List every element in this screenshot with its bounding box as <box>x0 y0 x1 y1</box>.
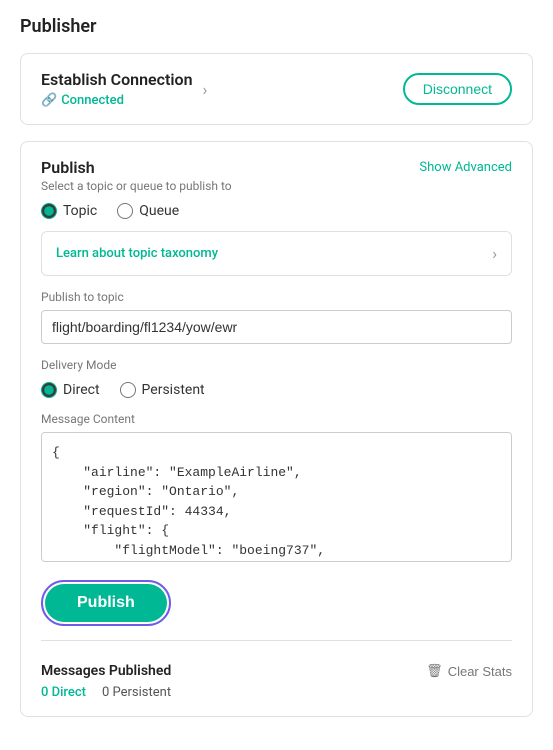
taxonomy-text: Learn about topic taxonomy <box>56 246 218 261</box>
queue-radio-label[interactable]: Queue <box>117 203 179 219</box>
queue-radio[interactable] <box>117 203 133 219</box>
messages-section: Messages Published 0 Direct 0 Persistent… <box>41 655 512 700</box>
publish-subtitle: Select a topic or queue to publish to <box>41 179 232 193</box>
publish-button-wrapper: Publish <box>41 580 171 626</box>
publish-title: Publish <box>41 158 232 177</box>
delivery-mode-label: Delivery Mode <box>41 358 512 372</box>
clear-stats-button[interactable]: 🗑 Clear Stats <box>426 663 512 679</box>
publish-to-topic-label: Publish to topic <box>41 290 512 304</box>
connection-card: Establish Connection 🔗 Connected › Disco… <box>20 53 533 125</box>
publish-card: Publish Select a topic or queue to publi… <box>20 141 533 717</box>
persistent-label-text: Persistent <box>142 382 205 398</box>
message-content-label: Message Content <box>41 412 512 426</box>
topic-radio[interactable] <box>41 203 57 219</box>
persistent-radio-label[interactable]: Persistent <box>120 382 205 398</box>
connection-status: 🔗 Connected <box>41 93 193 108</box>
topic-queue-radio-group: Topic Queue <box>41 203 512 219</box>
publish-button[interactable]: Publish <box>45 584 167 622</box>
page-title: Publisher <box>20 16 533 37</box>
trash-icon: 🗑 <box>426 663 443 679</box>
disconnect-button[interactable]: Disconnect <box>403 73 512 105</box>
delivery-mode-radio-group: Direct Persistent <box>41 382 512 398</box>
publish-to-topic-input[interactable] <box>41 310 512 344</box>
persistent-radio[interactable] <box>120 382 136 398</box>
messages-stats: 0 Direct 0 Persistent <box>41 685 171 700</box>
persistent-count: 0 Persistent <box>102 685 171 700</box>
direct-count: 0 Direct <box>41 685 86 700</box>
messages-published-title: Messages Published <box>41 663 171 679</box>
direct-radio[interactable] <box>41 382 57 398</box>
topic-radio-label[interactable]: Topic <box>41 203 97 219</box>
taxonomy-box[interactable]: Learn about topic taxonomy › <box>41 231 512 276</box>
topic-label-text: Topic <box>63 203 97 219</box>
message-content-textarea[interactable]: { "airline": "ExampleAirline", "region":… <box>41 432 512 562</box>
clear-stats-label: Clear Stats <box>448 664 512 679</box>
link-icon: 🔗 <box>41 93 57 108</box>
taxonomy-chevron-icon: › <box>492 244 497 263</box>
show-advanced-link[interactable]: Show Advanced <box>419 160 512 175</box>
connection-chevron-icon: › <box>203 80 208 99</box>
direct-label-text: Direct <box>63 382 100 398</box>
queue-label-text: Queue <box>139 203 179 219</box>
connection-title: Establish Connection <box>41 70 193 89</box>
direct-radio-label[interactable]: Direct <box>41 382 100 398</box>
